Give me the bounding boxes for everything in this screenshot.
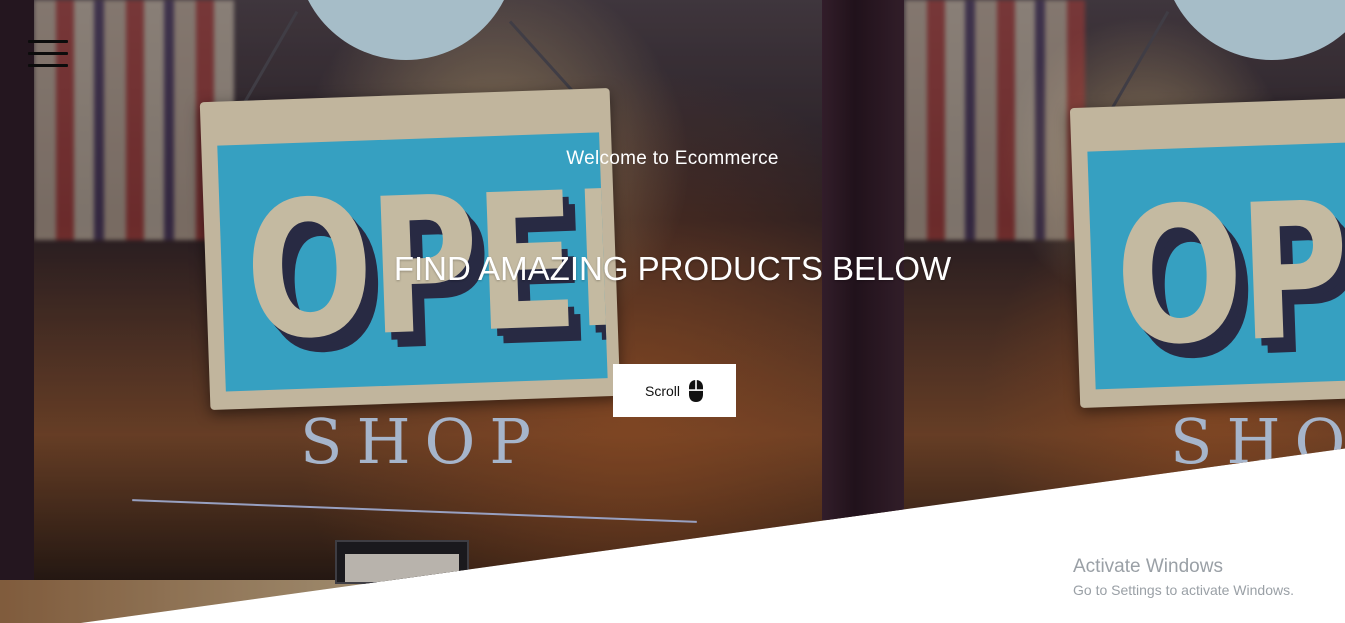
hero-banner: OPEN OPEN SHOP SHOP [0, 0, 1345, 623]
activate-windows-title: Activate Windows [1073, 556, 1223, 577]
hero-headline: FIND AMAZING PRODUCTS BELOW [393, 250, 952, 287]
hamburger-menu-icon[interactable] [28, 40, 68, 68]
scroll-button-label: Scroll [644, 382, 680, 399]
scroll-button[interactable]: Scroll [613, 364, 736, 417]
activate-windows-subtitle: Go to Settings to activate Windows. [1073, 582, 1294, 598]
mouse-icon [688, 379, 704, 402]
welcome-text: Welcome to Ecommerce [566, 148, 779, 169]
dark-overlay [0, 0, 1345, 623]
activate-windows-watermark: Activate Windows Go to Settings to activ… [1073, 556, 1294, 598]
